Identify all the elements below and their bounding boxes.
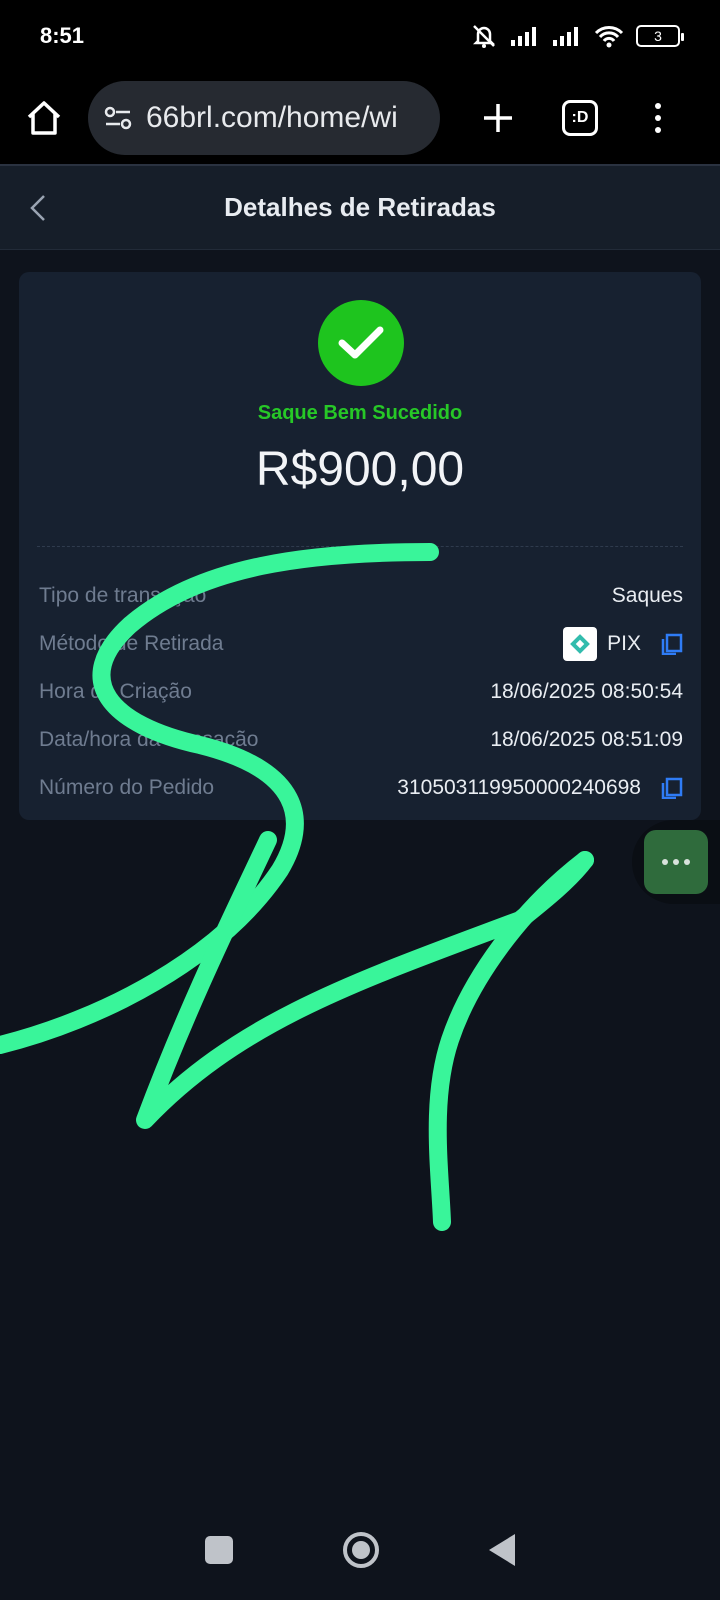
home-nav-icon[interactable] (343, 1532, 379, 1568)
created-value: 18/06/2025 08:50:54 (490, 680, 683, 703)
divider (37, 546, 683, 547)
detail-row-order-number: Número do Pedido 310503119950000240698 (39, 764, 683, 812)
wifi-icon (594, 26, 624, 48)
detail-value: 18/06/2025 08:51:09 (490, 728, 683, 752)
detail-row-type: Tipo de transação Saques (39, 572, 683, 620)
detail-value: 310503119950000240698 (397, 776, 683, 800)
check-icon (338, 326, 384, 359)
tabs-icon: :D (571, 109, 589, 126)
detail-label: Número do Pedido (39, 776, 215, 799)
copy-icon[interactable] (661, 777, 683, 799)
site-settings-icon[interactable] (104, 106, 132, 130)
amount: R$900,00 (255, 443, 465, 496)
system-nav-bar (0, 1500, 720, 1600)
detail-row-created: Hora de Criação 18/06/2025 08:50:54 (39, 668, 683, 716)
detail-label: Data/hora da transação (39, 728, 259, 751)
home-icon (27, 101, 61, 135)
details-list: Tipo de transação Saques Método de Retir… (39, 572, 683, 812)
new-tab-button[interactable] (474, 94, 522, 142)
status-time: 8:51 (40, 23, 85, 48)
home-button[interactable] (20, 94, 68, 142)
detail-value: Saques (612, 584, 683, 608)
transaction-time-value: 18/06/2025 08:51:09 (490, 728, 683, 751)
status-bar: 8:51 3 (0, 0, 720, 72)
copy-icon[interactable] (661, 633, 683, 655)
url-text[interactable]: 66brl.com/home/wi (146, 101, 398, 135)
floating-button-container (632, 820, 720, 904)
status-text: Saque Bem Sucedido (257, 402, 463, 424)
detail-label: Tipo de transação (39, 584, 207, 607)
withdrawal-card: Saque Bem Sucedido R$900,00 Tipo de tran… (19, 272, 701, 820)
status-icons: 3 (470, 23, 684, 49)
order-number-value: 310503119950000240698 (397, 776, 641, 799)
page-title: Detalhes de Retiradas (224, 192, 496, 222)
method-value: PIX (607, 632, 641, 655)
battery-level: 3 (654, 28, 662, 44)
back-button[interactable] (18, 188, 58, 228)
detail-row-transaction-time: Data/hora da transação 18/06/2025 08:51:… (39, 716, 683, 764)
battery-icon: 3 (636, 25, 684, 47)
more-horiz-icon[interactable] (644, 830, 708, 894)
signal-icon (511, 27, 536, 46)
browser-toolbar: 66brl.com/home/wi :D (0, 72, 720, 164)
chevron-left-icon (30, 195, 45, 221)
plus-icon (484, 104, 512, 132)
signal-icon-2 (553, 27, 578, 46)
type-value: Saques (611, 584, 683, 607)
address-bar[interactable]: 66brl.com/home/wi (88, 81, 440, 155)
more-vert-icon[interactable] (648, 94, 668, 142)
tabs-button[interactable]: :D (562, 100, 598, 136)
recents-icon[interactable] (205, 1536, 233, 1564)
detail-label: Método de Retirada (39, 632, 224, 655)
detail-label: Hora de Criação (39, 680, 192, 703)
back-nav-icon[interactable] (489, 1534, 515, 1566)
detail-value: 18/06/2025 08:50:54 (490, 680, 683, 704)
screen: 8:51 3 66brl.com/home/wi:D Detalhes de … (0, 0, 720, 1600)
success-badge (318, 300, 404, 386)
pix-logo-icon (563, 627, 598, 661)
mute-icon (472, 25, 496, 48)
detail-value: PIX (563, 627, 683, 661)
app-header: Detalhes de Retiradas (0, 164, 720, 250)
detail-row-method: Método de Retirada PIX (39, 620, 683, 668)
